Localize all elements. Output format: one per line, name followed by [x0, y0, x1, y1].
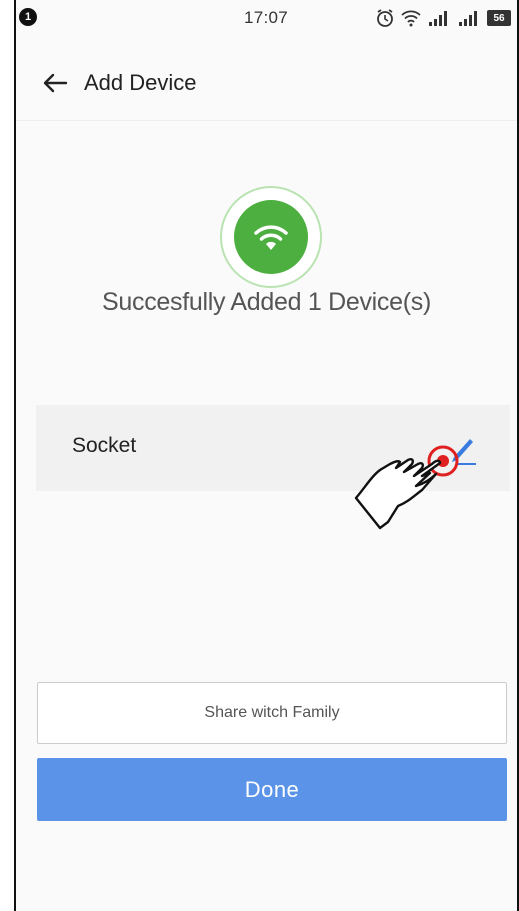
- device-name: Socket: [72, 434, 137, 457]
- back-button[interactable]: [38, 66, 72, 100]
- status-time: 17:07: [244, 8, 289, 27]
- arrow-left-icon: [43, 73, 68, 93]
- signal-icon: [427, 10, 451, 26]
- wifi-icon: [254, 225, 288, 250]
- share-with-family-button[interactable]: Share witch Family: [37, 682, 507, 744]
- success-icon: [220, 186, 322, 288]
- app-header: Add Device: [16, 46, 517, 121]
- status-bar: 1 17:07 56: [16, 0, 517, 42]
- battery-level: 56: [493, 12, 505, 24]
- phone-screen: 1 17:07 56 Add Device Succesfully Added …: [14, 0, 519, 911]
- battery-icon: 56: [487, 10, 511, 26]
- done-button[interactable]: Done: [37, 758, 507, 821]
- success-icon-circle: [234, 200, 308, 274]
- signal-icon: [457, 10, 481, 26]
- page-title: Add Device: [84, 70, 197, 95]
- status-icons: 56: [375, 8, 511, 28]
- wifi-icon: [401, 9, 421, 27]
- notification-badge: 1: [19, 8, 37, 26]
- alarm-icon: [375, 8, 395, 28]
- hand-pointer-icon: [354, 445, 459, 530]
- success-message: Succesfully Added 1 Device(s): [102, 288, 431, 316]
